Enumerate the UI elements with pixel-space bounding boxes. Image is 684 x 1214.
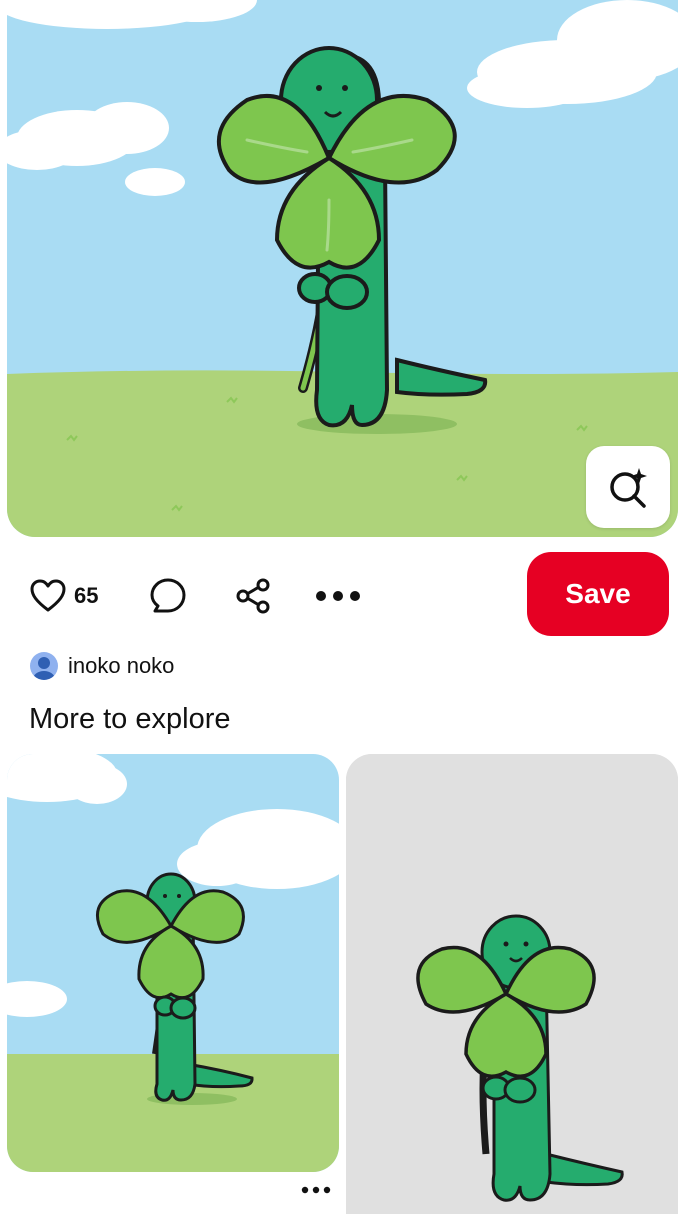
like-button[interactable]: 65: [30, 574, 98, 618]
more-horizontal-icon: [301, 1186, 331, 1194]
pin-image[interactable]: [7, 0, 678, 537]
share-icon: [236, 578, 270, 614]
author-name: inoko noko: [68, 653, 175, 678]
default-avatar-icon: [30, 652, 58, 680]
explore-card[interactable]: [7, 754, 339, 1172]
card-more-button[interactable]: [298, 1180, 334, 1200]
explore-card[interactable]: [346, 754, 678, 1214]
more-horizontal-icon: [316, 591, 360, 601]
share-button[interactable]: [232, 574, 274, 618]
comment-button[interactable]: [148, 574, 188, 618]
like-count: 65: [74, 583, 99, 608]
more-options-button[interactable]: [312, 574, 364, 618]
save-button[interactable]: Save: [527, 552, 669, 636]
heart-outline-icon: [30, 579, 66, 612]
section-title: More to explore: [29, 703, 231, 735]
visual-search-sparkle-icon: [610, 468, 647, 508]
comment-bubble-icon: [150, 578, 186, 613]
author-link[interactable]: inoko noko: [30, 648, 174, 684]
visual-search-button[interactable]: [586, 446, 670, 528]
